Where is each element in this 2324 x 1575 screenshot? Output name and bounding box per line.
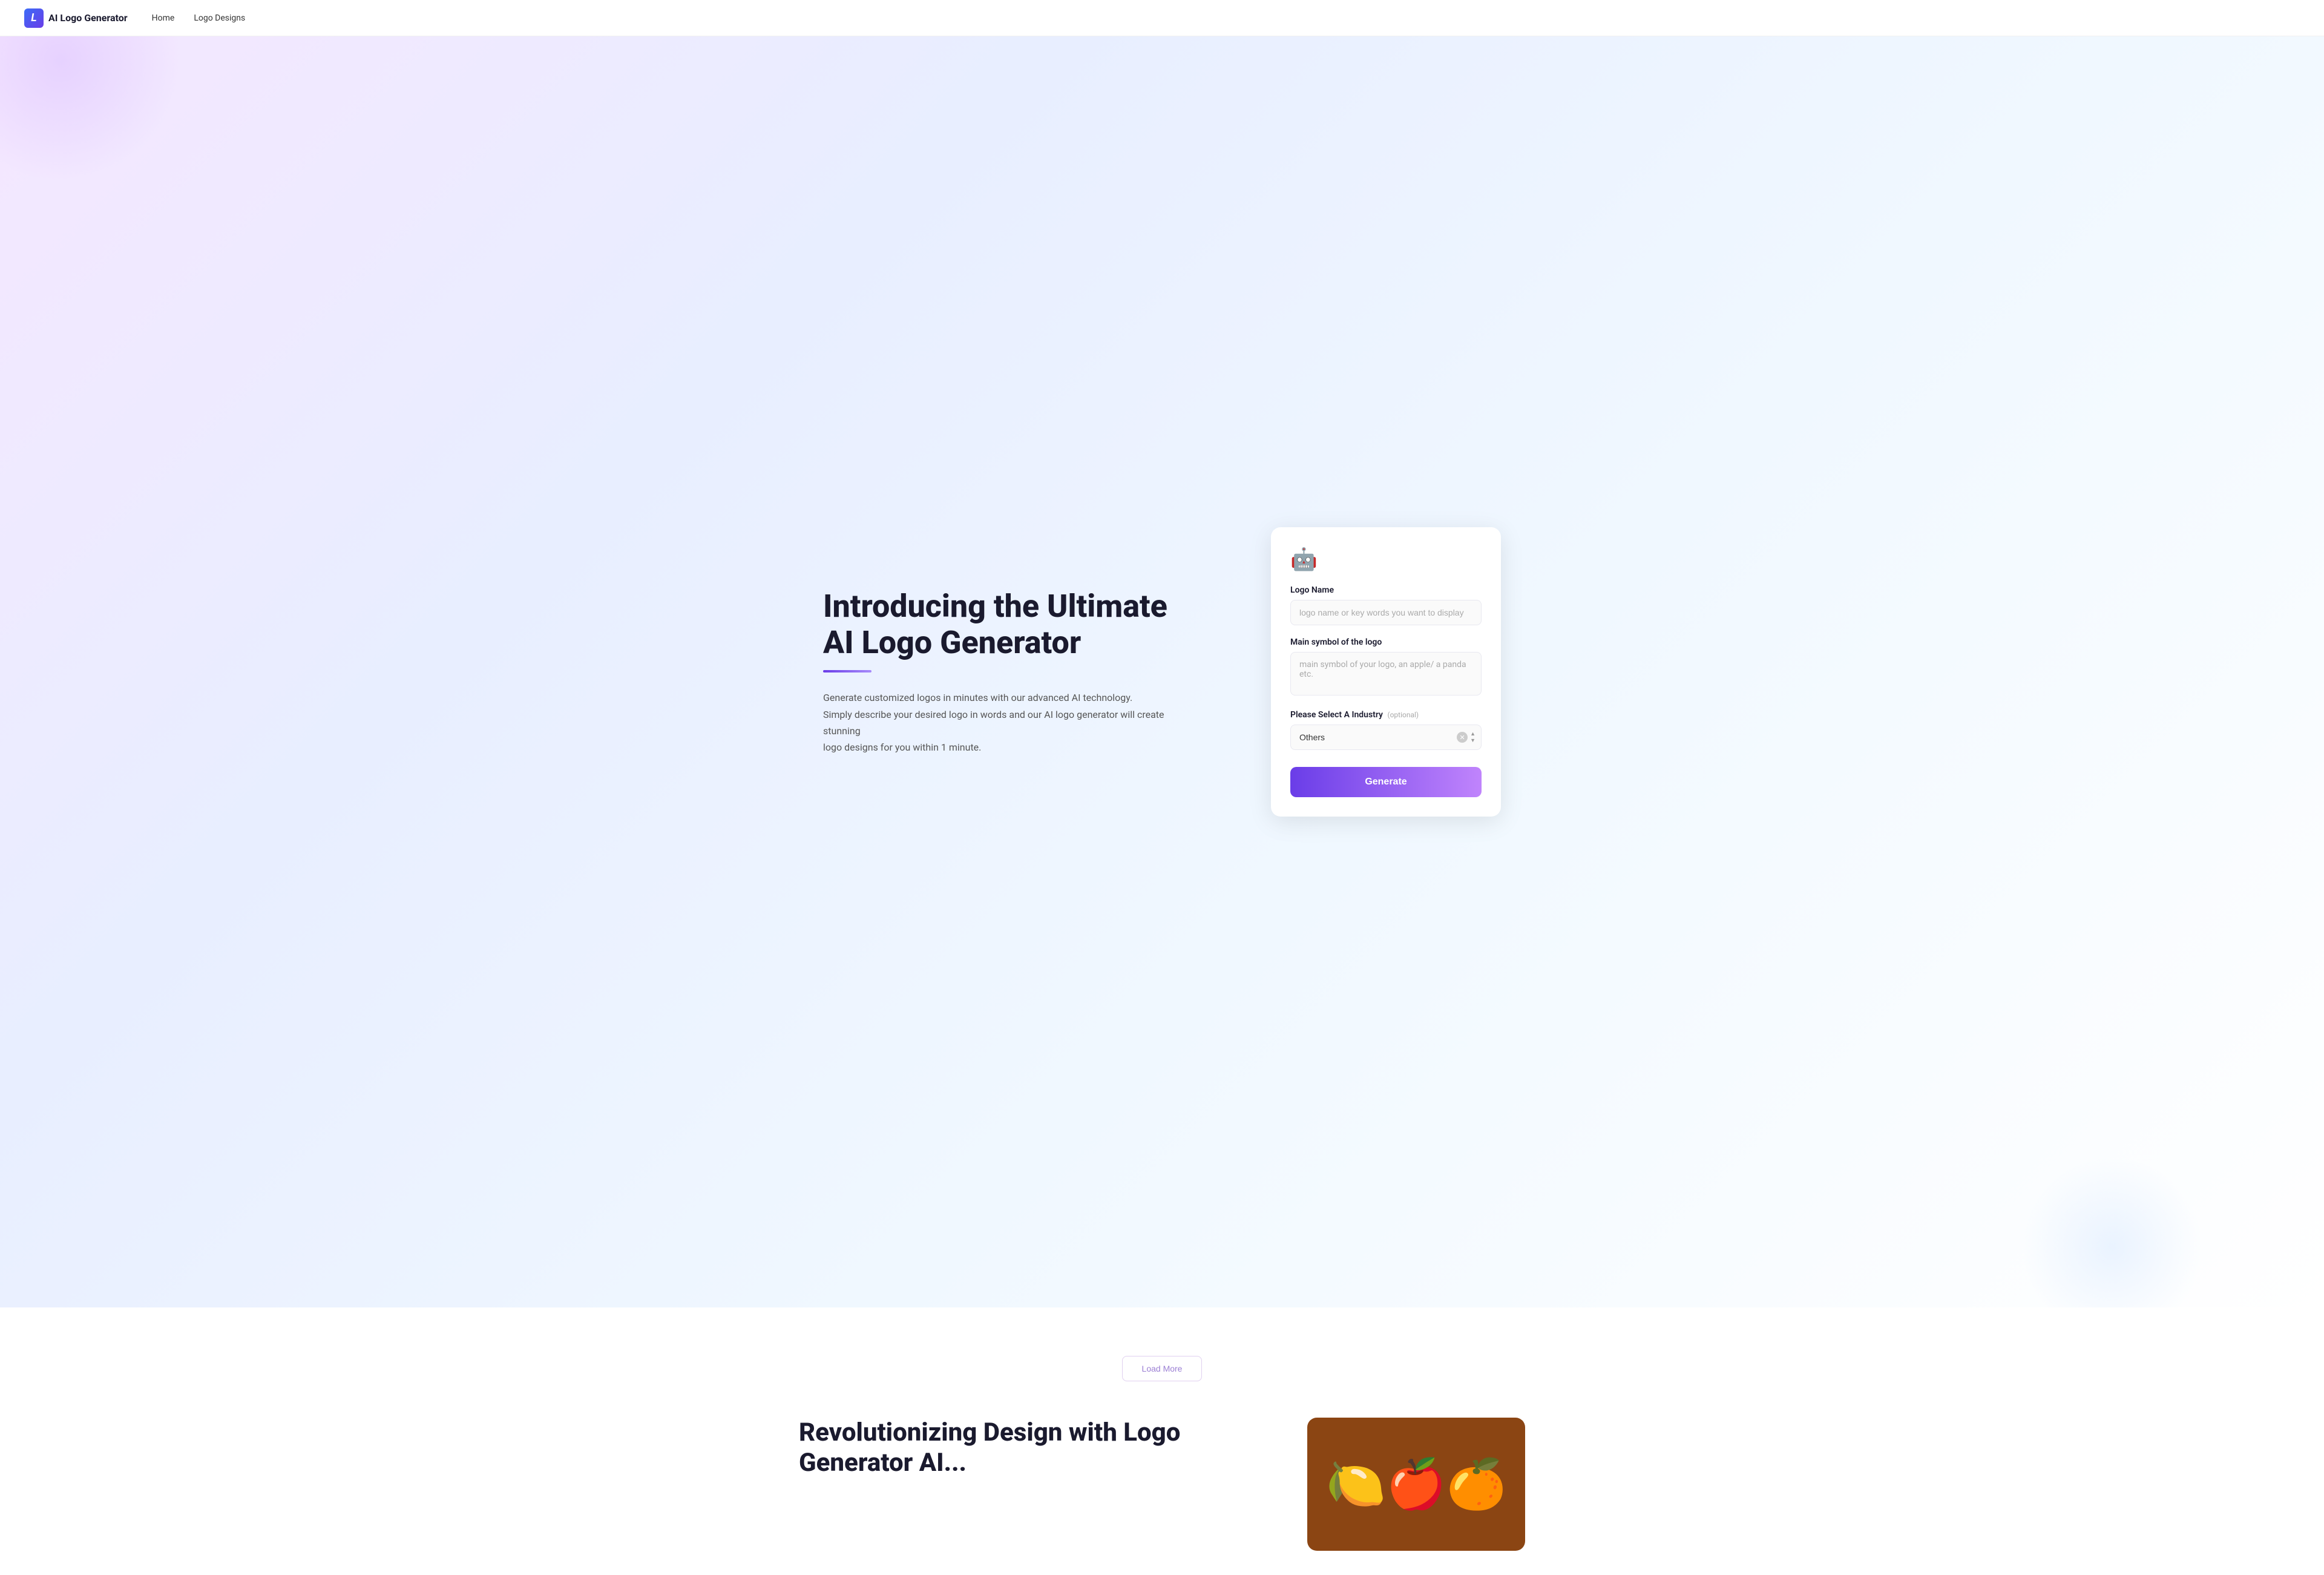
showcase-card: 🍋🍎🍊 — [1307, 1418, 1525, 1551]
generate-button[interactable]: Generate — [1290, 767, 1482, 797]
industry-select-wrapper: Others Technology Food & Beverage Fashio… — [1290, 725, 1482, 750]
nav-logo-icon: L — [24, 8, 44, 28]
hero-title: Introducing the Ultimate AI Logo Generat… — [823, 588, 1186, 661]
second-section-content: Revolutionizing Design with Logo Generat… — [799, 1418, 1525, 1551]
second-section-left: Revolutionizing Design with Logo Generat… — [799, 1418, 1271, 1479]
load-more-container: Load More — [24, 1356, 2300, 1381]
form-card: 🤖 Logo Name Main symbol of the logo Plea… — [1271, 527, 1501, 817]
nav-links: Home Logo Designs — [152, 13, 246, 23]
select-controls: ✕ ▲ ▼ — [1457, 731, 1475, 744]
load-more-button[interactable]: Load More — [1122, 1356, 1203, 1381]
nav-logo[interactable]: L AI Logo Generator — [24, 8, 128, 28]
symbol-label: Main symbol of the logo — [1290, 637, 1482, 647]
nav-link-logo-designs[interactable]: Logo Designs — [194, 13, 245, 23]
industry-optional-text: (optional) — [1387, 711, 1419, 719]
symbol-input[interactable] — [1290, 652, 1482, 695]
hero-underline — [823, 670, 872, 672]
showcase-image: 🍋🍎🍊 — [1326, 1456, 1507, 1513]
hero-section: Introducing the Ultimate AI Logo Generat… — [0, 0, 2324, 1307]
hero-description: Generate customized logos in minutes wit… — [823, 689, 1186, 755]
second-section: Load More Revolutionizing Design with Lo… — [0, 1307, 2324, 1575]
select-arrows-icon: ▲ ▼ — [1470, 731, 1475, 744]
logo-name-input[interactable] — [1290, 600, 1482, 625]
industry-select[interactable]: Others Technology Food & Beverage Fashio… — [1290, 725, 1482, 750]
second-section-title: Revolutionizing Design with Logo Generat… — [799, 1418, 1271, 1479]
robot-icon: 🤖 — [1290, 547, 1319, 576]
hero-left: Introducing the Ultimate AI Logo Generat… — [823, 588, 1186, 755]
select-clear-button[interactable]: ✕ — [1457, 732, 1468, 743]
nav-link-home[interactable]: Home — [152, 13, 175, 23]
navbar: L AI Logo Generator Home Logo Designs — [0, 0, 2324, 36]
industry-label: Please Select A Industry (optional) — [1290, 710, 1482, 720]
logo-name-label: Logo Name — [1290, 585, 1482, 595]
nav-logo-text: AI Logo Generator — [48, 12, 128, 24]
